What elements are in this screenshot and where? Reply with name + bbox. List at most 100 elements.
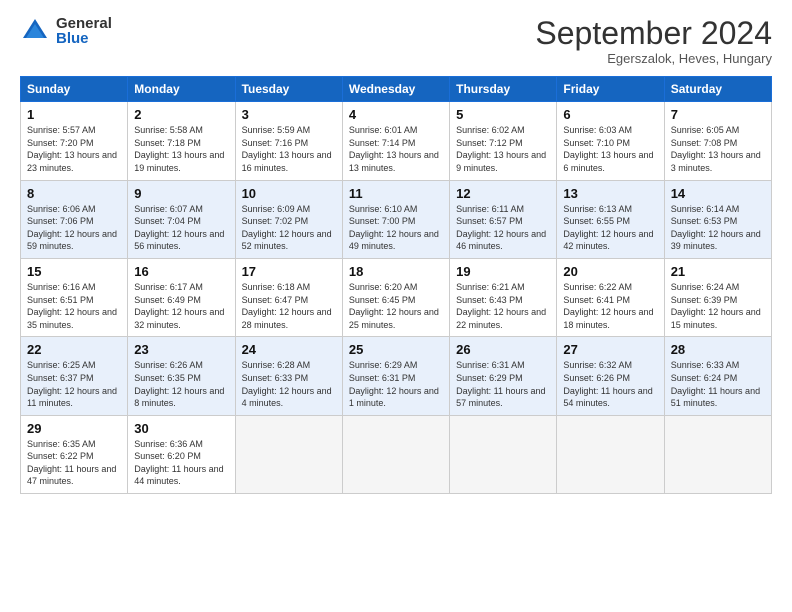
day-number: 14 <box>671 186 765 201</box>
day-info: Sunrise: 6:02 AMSunset: 7:12 PMDaylight:… <box>456 125 546 173</box>
day-number: 10 <box>242 186 336 201</box>
calendar-cell: 18 Sunrise: 6:20 AMSunset: 6:45 PMDayligh… <box>342 258 449 336</box>
calendar-cell: 26Sunrise: 6:31 AMSunset: 6:29 PMDayligh… <box>450 337 557 415</box>
day-info: Sunrise: 6:05 AMSunset: 7:08 PMDaylight:… <box>671 125 761 173</box>
col-thursday: Thursday <box>450 77 557 102</box>
day-info: Sunrise: 6:25 AMSunset: 6:37 PMDaylight:… <box>27 360 117 408</box>
day-info: Sunrise: 6:21 AMSunset: 6:43 PMDaylight:… <box>456 282 546 330</box>
day-info: Sunrise: 6:28 AMSunset: 6:33 PMDaylight:… <box>242 360 332 408</box>
title-block: September 2024 Egerszalok, Heves, Hungar… <box>535 16 772 66</box>
day-info: Sunrise: 6:26 AMSunset: 6:35 PMDaylight:… <box>134 360 224 408</box>
calendar-cell <box>235 415 342 493</box>
calendar-cell <box>450 415 557 493</box>
day-number: 11 <box>349 186 443 201</box>
logo-icon <box>20 16 50 46</box>
day-info: Sunrise: 6:29 AMSunset: 6:31 PMDaylight:… <box>349 360 439 408</box>
calendar-cell: 29Sunrise: 6:35 AMSunset: 6:22 PMDayligh… <box>21 415 128 493</box>
calendar-cell: 2 Sunrise: 5:58 AMSunset: 7:18 PMDaylight… <box>128 102 235 180</box>
calendar-cell <box>557 415 664 493</box>
calendar-week-row: 29Sunrise: 6:35 AMSunset: 6:22 PMDayligh… <box>21 415 772 493</box>
calendar-cell: 30 Sunrise: 6:36 AMSunset: 6:20 PMDayligh… <box>128 415 235 493</box>
logo-blue: Blue <box>56 31 112 46</box>
calendar-cell: 3Sunrise: 5:59 AMSunset: 7:16 PMDaylight… <box>235 102 342 180</box>
calendar: Sunday Monday Tuesday Wednesday Thursday… <box>20 76 772 494</box>
calendar-cell: 24 Sunrise: 6:28 AMSunset: 6:33 PMDayligh… <box>235 337 342 415</box>
calendar-cell: 17Sunrise: 6:18 AMSunset: 6:47 PMDayligh… <box>235 258 342 336</box>
day-info: Sunrise: 6:06 AMSunset: 7:06 PMDaylight:… <box>27 204 117 252</box>
calendar-cell: 9 Sunrise: 6:07 AMSunset: 7:04 PMDaylight… <box>128 180 235 258</box>
col-tuesday: Tuesday <box>235 77 342 102</box>
day-info: Sunrise: 6:22 AMSunset: 6:41 PMDaylight:… <box>563 282 653 330</box>
calendar-cell: 19 Sunrise: 6:21 AMSunset: 6:43 PMDayligh… <box>450 258 557 336</box>
calendar-week-row: 15 Sunrise: 6:16 AMSunset: 6:51 PMDayligh… <box>21 258 772 336</box>
day-info: Sunrise: 6:10 AMSunset: 7:00 PMDaylight:… <box>349 204 439 252</box>
day-number: 25 <box>349 342 443 357</box>
col-friday: Friday <box>557 77 664 102</box>
day-info: Sunrise: 5:59 AMSunset: 7:16 PMDaylight:… <box>242 125 332 173</box>
col-saturday: Saturday <box>664 77 771 102</box>
day-info: Sunrise: 6:13 AMSunset: 6:55 PMDaylight:… <box>563 204 653 252</box>
logo: General Blue <box>20 16 112 46</box>
day-info: Sunrise: 6:11 AMSunset: 6:57 PMDaylight:… <box>456 204 546 252</box>
day-number: 12 <box>456 186 550 201</box>
calendar-header-row: Sunday Monday Tuesday Wednesday Thursday… <box>21 77 772 102</box>
calendar-week-row: 22 Sunrise: 6:25 AMSunset: 6:37 PMDayligh… <box>21 337 772 415</box>
day-number: 15 <box>27 264 121 279</box>
day-info: Sunrise: 6:16 AMSunset: 6:51 PMDaylight:… <box>27 282 117 330</box>
day-number: 22 <box>27 342 121 357</box>
day-number: 30 <box>134 421 228 436</box>
day-number: 5 <box>456 107 550 122</box>
day-info: Sunrise: 6:36 AMSunset: 6:20 PMDaylight:… <box>134 439 223 487</box>
col-wednesday: Wednesday <box>342 77 449 102</box>
day-info: Sunrise: 6:20 AMSunset: 6:45 PMDaylight:… <box>349 282 439 330</box>
day-number: 13 <box>563 186 657 201</box>
calendar-cell: 11 Sunrise: 6:10 AMSunset: 7:00 PMDayligh… <box>342 180 449 258</box>
day-info: Sunrise: 6:17 AMSunset: 6:49 PMDaylight:… <box>134 282 224 330</box>
day-info: Sunrise: 6:01 AMSunset: 7:14 PMDaylight:… <box>349 125 439 173</box>
calendar-cell <box>664 415 771 493</box>
calendar-body: 1Sunrise: 5:57 AMSunset: 7:20 PMDaylight… <box>21 102 772 494</box>
calendar-cell: 21Sunrise: 6:24 AMSunset: 6:39 PMDayligh… <box>664 258 771 336</box>
col-monday: Monday <box>128 77 235 102</box>
calendar-cell: 6Sunrise: 6:03 AMSunset: 7:10 PMDaylight… <box>557 102 664 180</box>
day-info: Sunrise: 6:18 AMSunset: 6:47 PMDaylight:… <box>242 282 332 330</box>
calendar-cell <box>342 415 449 493</box>
page: General Blue September 2024 Egerszalok, … <box>0 0 792 612</box>
calendar-week-row: 8 Sunrise: 6:06 AMSunset: 7:06 PMDaylight… <box>21 180 772 258</box>
calendar-cell: 28 Sunrise: 6:33 AMSunset: 6:24 PMDayligh… <box>664 337 771 415</box>
day-number: 29 <box>27 421 121 436</box>
calendar-cell: 12 Sunrise: 6:11 AMSunset: 6:57 PMDayligh… <box>450 180 557 258</box>
day-info: Sunrise: 6:07 AMSunset: 7:04 PMDaylight:… <box>134 204 224 252</box>
calendar-cell: 27Sunrise: 6:32 AMSunset: 6:26 PMDayligh… <box>557 337 664 415</box>
calendar-cell: 10 Sunrise: 6:09 AMSunset: 7:02 PMDayligh… <box>235 180 342 258</box>
calendar-cell: 8 Sunrise: 6:06 AMSunset: 7:06 PMDaylight… <box>21 180 128 258</box>
header: General Blue September 2024 Egerszalok, … <box>20 16 772 66</box>
day-number: 2 <box>134 107 228 122</box>
logo-text: General Blue <box>56 16 112 46</box>
day-number: 18 <box>349 264 443 279</box>
day-number: 28 <box>671 342 765 357</box>
day-info: Sunrise: 6:09 AMSunset: 7:02 PMDaylight:… <box>242 204 332 252</box>
day-info: Sunrise: 6:33 AMSunset: 6:24 PMDaylight:… <box>671 360 760 408</box>
day-info: Sunrise: 6:24 AMSunset: 6:39 PMDaylight:… <box>671 282 761 330</box>
day-info: Sunrise: 6:32 AMSunset: 6:26 PMDaylight:… <box>563 360 652 408</box>
calendar-cell: 15 Sunrise: 6:16 AMSunset: 6:51 PMDayligh… <box>21 258 128 336</box>
calendar-cell: 23 Sunrise: 6:26 AMSunset: 6:35 PMDayligh… <box>128 337 235 415</box>
calendar-cell: 7 Sunrise: 6:05 AMSunset: 7:08 PMDaylight… <box>664 102 771 180</box>
day-number: 7 <box>671 107 765 122</box>
day-info: Sunrise: 6:31 AMSunset: 6:29 PMDaylight:… <box>456 360 545 408</box>
calendar-cell: 25 Sunrise: 6:29 AMSunset: 6:31 PMDayligh… <box>342 337 449 415</box>
calendar-cell: 5 Sunrise: 6:02 AMSunset: 7:12 PMDaylight… <box>450 102 557 180</box>
calendar-cell: 14 Sunrise: 6:14 AMSunset: 6:53 PMDayligh… <box>664 180 771 258</box>
day-number: 8 <box>27 186 121 201</box>
logo-general: General <box>56 16 112 31</box>
day-number: 9 <box>134 186 228 201</box>
day-number: 6 <box>563 107 657 122</box>
day-info: Sunrise: 5:58 AMSunset: 7:18 PMDaylight:… <box>134 125 224 173</box>
location: Egerszalok, Heves, Hungary <box>535 51 772 66</box>
month-title: September 2024 <box>535 16 772 51</box>
day-number: 23 <box>134 342 228 357</box>
day-number: 24 <box>242 342 336 357</box>
day-number: 19 <box>456 264 550 279</box>
day-info: Sunrise: 6:14 AMSunset: 6:53 PMDaylight:… <box>671 204 761 252</box>
